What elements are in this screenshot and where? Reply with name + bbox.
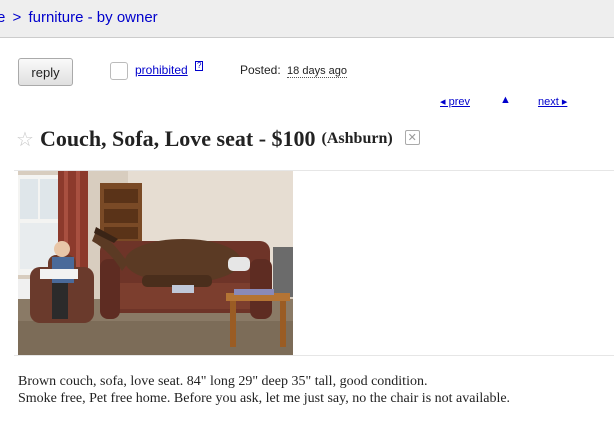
flag-checkbox[interactable] [110, 62, 128, 80]
next-link[interactable]: next ▸ [538, 95, 567, 108]
hide-icon[interactable]: ✕ [404, 129, 420, 145]
breadcrumb-link-partial[interactable]: e [0, 9, 5, 26]
posting-body-line: Smoke free, Pet free home. Before you as… [18, 391, 511, 406]
posting-location: (Ashburn) [321, 130, 393, 147]
posting-photo[interactable] [18, 171, 293, 355]
breadcrumb-link-furniture[interactable]: furniture - by owner [28, 9, 157, 26]
posting-body: Brown couch, sofa, love seat. 84" long 2… [18, 373, 608, 407]
star-icon[interactable]: ☆ [16, 129, 34, 151]
breadcrumb-separator: > [12, 9, 22, 26]
up-link[interactable]: ▲ [500, 94, 511, 106]
divider [14, 355, 614, 356]
posted-info: Posted: 18 days ago [240, 63, 347, 78]
posted-date: 18 days ago [287, 65, 347, 78]
flag-prohibited-link[interactable]: prohibited [135, 63, 188, 77]
prev-link[interactable]: ◂ prev [440, 95, 470, 108]
posted-label: Posted: [240, 63, 281, 77]
reply-button[interactable]: reply [18, 58, 73, 86]
posting-title: Couch, Sofa, Love seat - $100 [39, 126, 316, 151]
breadcrumb: e > furniture - by owner [0, 0, 614, 38]
flag-help-link[interactable]: ? [195, 61, 204, 71]
posting-title-row: ☆ Couch, Sofa, Love seat - $100 (Ashburn… [16, 126, 420, 152]
posting-body-line: Brown couch, sofa, love seat. 84" long 2… [18, 374, 428, 389]
photo-illustration [18, 171, 293, 355]
